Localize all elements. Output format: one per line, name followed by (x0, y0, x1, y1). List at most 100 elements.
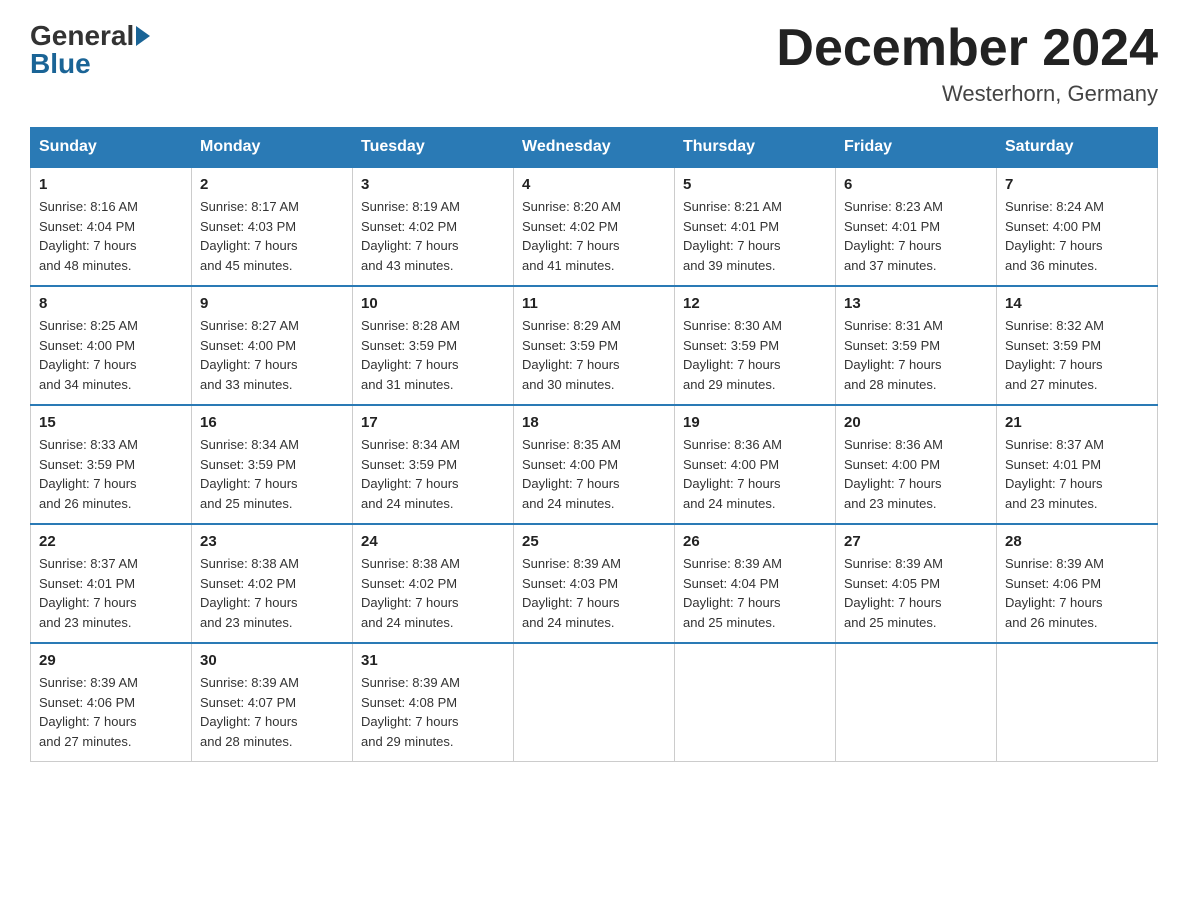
day-number: 3 (361, 176, 505, 193)
col-header-wednesday: Wednesday (514, 128, 675, 168)
day-number: 14 (1005, 295, 1149, 312)
day-number: 21 (1005, 414, 1149, 431)
day-number: 25 (522, 533, 666, 550)
calendar-cell: 6Sunrise: 8:23 AM Sunset: 4:01 PM Daylig… (836, 167, 997, 286)
day-number: 6 (844, 176, 988, 193)
col-header-saturday: Saturday (997, 128, 1158, 168)
day-number: 28 (1005, 533, 1149, 550)
day-info: Sunrise: 8:30 AM Sunset: 3:59 PM Dayligh… (683, 316, 827, 394)
day-info: Sunrise: 8:16 AM Sunset: 4:04 PM Dayligh… (39, 197, 183, 275)
day-number: 13 (844, 295, 988, 312)
calendar-cell: 3 Sunrise: 8:19 AM Sunset: 4:02 PM Daylig… (353, 167, 514, 286)
day-info: Sunrise: 8:38 AM Sunset: 4:02 PM Dayligh… (200, 554, 344, 632)
logo: General Blue (30, 20, 150, 80)
day-info: Sunrise: 8:20 AM Sunset: 4:02 PM Dayligh… (522, 197, 666, 275)
calendar-cell: 14 Sunrise: 8:32 AM Sunset: 3:59 PM Dayli… (997, 286, 1158, 405)
day-info: Sunrise: 8:34 AM Sunset: 3:59 PM Dayligh… (361, 435, 505, 513)
calendar-cell: 5Sunrise: 8:21 AM Sunset: 4:01 PM Daylig… (675, 167, 836, 286)
logo-blue: Blue (30, 48, 91, 80)
calendar-cell: 8 Sunrise: 8:25 AM Sunset: 4:00 PM Daylig… (31, 286, 192, 405)
day-number: 18 (522, 414, 666, 431)
title-area: December 2024 Westerhorn, Germany (776, 20, 1158, 107)
calendar-cell: 28 Sunrise: 8:39 AM Sunset: 4:06 PM Dayli… (997, 524, 1158, 643)
calendar-cell: 11 Sunrise: 8:29 AM Sunset: 3:59 PM Dayli… (514, 286, 675, 405)
col-header-friday: Friday (836, 128, 997, 168)
week-row-5: 29 Sunrise: 8:39 AM Sunset: 4:06 PM Dayli… (31, 643, 1158, 762)
day-number: 23 (200, 533, 344, 550)
calendar-cell: 10 Sunrise: 8:28 AM Sunset: 3:59 PM Dayli… (353, 286, 514, 405)
calendar-header-row: SundayMondayTuesdayWednesdayThursdayFrid… (31, 128, 1158, 168)
day-number: 11 (522, 295, 666, 312)
day-info: Sunrise: 8:24 AM Sunset: 4:00 PM Dayligh… (1005, 197, 1149, 275)
day-info: Sunrise: 8:32 AM Sunset: 3:59 PM Dayligh… (1005, 316, 1149, 394)
calendar-cell (675, 643, 836, 762)
day-number: 8 (39, 295, 183, 312)
day-number: 19 (683, 414, 827, 431)
calendar-cell: 21 Sunrise: 8:37 AM Sunset: 4:01 PM Dayli… (997, 405, 1158, 524)
day-number: 20 (844, 414, 988, 431)
calendar-cell: 23 Sunrise: 8:38 AM Sunset: 4:02 PM Dayli… (192, 524, 353, 643)
col-header-thursday: Thursday (675, 128, 836, 168)
day-info: Sunrise: 8:28 AM Sunset: 3:59 PM Dayligh… (361, 316, 505, 394)
calendar-cell: 24 Sunrise: 8:38 AM Sunset: 4:02 PM Dayli… (353, 524, 514, 643)
day-info: Sunrise: 8:38 AM Sunset: 4:02 PM Dayligh… (361, 554, 505, 632)
day-number: 10 (361, 295, 505, 312)
day-info: Sunrise: 8:25 AM Sunset: 4:00 PM Dayligh… (39, 316, 183, 394)
calendar-table: SundayMondayTuesdayWednesdayThursdayFrid… (30, 127, 1158, 762)
day-number: 12 (683, 295, 827, 312)
week-row-1: 1 Sunrise: 8:16 AM Sunset: 4:04 PM Daylig… (31, 167, 1158, 286)
calendar-cell: 2 Sunrise: 8:17 AM Sunset: 4:03 PM Daylig… (192, 167, 353, 286)
calendar-cell: 27 Sunrise: 8:39 AM Sunset: 4:05 PM Dayli… (836, 524, 997, 643)
day-info: Sunrise: 8:19 AM Sunset: 4:02 PM Dayligh… (361, 197, 505, 275)
week-row-4: 22 Sunrise: 8:37 AM Sunset: 4:01 PM Dayli… (31, 524, 1158, 643)
day-info: Sunrise: 8:29 AM Sunset: 3:59 PM Dayligh… (522, 316, 666, 394)
day-number: 17 (361, 414, 505, 431)
calendar-cell: 1 Sunrise: 8:16 AM Sunset: 4:04 PM Daylig… (31, 167, 192, 286)
day-number: 15 (39, 414, 183, 431)
calendar-cell: 22 Sunrise: 8:37 AM Sunset: 4:01 PM Dayli… (31, 524, 192, 643)
day-info: Sunrise: 8:27 AM Sunset: 4:00 PM Dayligh… (200, 316, 344, 394)
calendar-cell: 30Sunrise: 8:39 AM Sunset: 4:07 PM Dayli… (192, 643, 353, 762)
calendar-cell (836, 643, 997, 762)
day-info: Sunrise: 8:36 AM Sunset: 4:00 PM Dayligh… (683, 435, 827, 513)
calendar-cell: 25Sunrise: 8:39 AM Sunset: 4:03 PM Dayli… (514, 524, 675, 643)
calendar-cell: 26Sunrise: 8:39 AM Sunset: 4:04 PM Dayli… (675, 524, 836, 643)
day-number: 30 (200, 652, 344, 669)
calendar-cell: 9 Sunrise: 8:27 AM Sunset: 4:00 PM Daylig… (192, 286, 353, 405)
calendar-cell: 12 Sunrise: 8:30 AM Sunset: 3:59 PM Dayli… (675, 286, 836, 405)
day-number: 2 (200, 176, 344, 193)
col-header-tuesday: Tuesday (353, 128, 514, 168)
day-number: 24 (361, 533, 505, 550)
day-info: Sunrise: 8:39 AM Sunset: 4:05 PM Dayligh… (844, 554, 988, 632)
calendar-cell: 16 Sunrise: 8:34 AM Sunset: 3:59 PM Dayli… (192, 405, 353, 524)
col-header-monday: Monday (192, 128, 353, 168)
day-info: Sunrise: 8:34 AM Sunset: 3:59 PM Dayligh… (200, 435, 344, 513)
day-number: 27 (844, 533, 988, 550)
calendar-cell: 18 Sunrise: 8:35 AM Sunset: 4:00 PM Dayli… (514, 405, 675, 524)
day-number: 29 (39, 652, 183, 669)
calendar-cell: 4 Sunrise: 8:20 AM Sunset: 4:02 PM Daylig… (514, 167, 675, 286)
day-number: 7 (1005, 176, 1149, 193)
calendar-cell: 29 Sunrise: 8:39 AM Sunset: 4:06 PM Dayli… (31, 643, 192, 762)
week-row-2: 8 Sunrise: 8:25 AM Sunset: 4:00 PM Daylig… (31, 286, 1158, 405)
calendar-cell (997, 643, 1158, 762)
day-number: 9 (200, 295, 344, 312)
logo-arrow-icon (136, 26, 150, 46)
calendar-cell: 20Sunrise: 8:36 AM Sunset: 4:00 PM Dayli… (836, 405, 997, 524)
day-number: 16 (200, 414, 344, 431)
day-info: Sunrise: 8:37 AM Sunset: 4:01 PM Dayligh… (39, 554, 183, 632)
day-info: Sunrise: 8:39 AM Sunset: 4:06 PM Dayligh… (1005, 554, 1149, 632)
calendar-cell (514, 643, 675, 762)
day-number: 22 (39, 533, 183, 550)
day-info: Sunrise: 8:17 AM Sunset: 4:03 PM Dayligh… (200, 197, 344, 275)
day-info: Sunrise: 8:37 AM Sunset: 4:01 PM Dayligh… (1005, 435, 1149, 513)
day-info: Sunrise: 8:35 AM Sunset: 4:00 PM Dayligh… (522, 435, 666, 513)
day-number: 1 (39, 176, 183, 193)
day-info: Sunrise: 8:39 AM Sunset: 4:08 PM Dayligh… (361, 673, 505, 751)
month-title: December 2024 (776, 20, 1158, 77)
calendar-cell: 19 Sunrise: 8:36 AM Sunset: 4:00 PM Dayli… (675, 405, 836, 524)
day-info: Sunrise: 8:39 AM Sunset: 4:06 PM Dayligh… (39, 673, 183, 751)
day-number: 4 (522, 176, 666, 193)
day-number: 31 (361, 652, 505, 669)
day-info: Sunrise: 8:31 AM Sunset: 3:59 PM Dayligh… (844, 316, 988, 394)
